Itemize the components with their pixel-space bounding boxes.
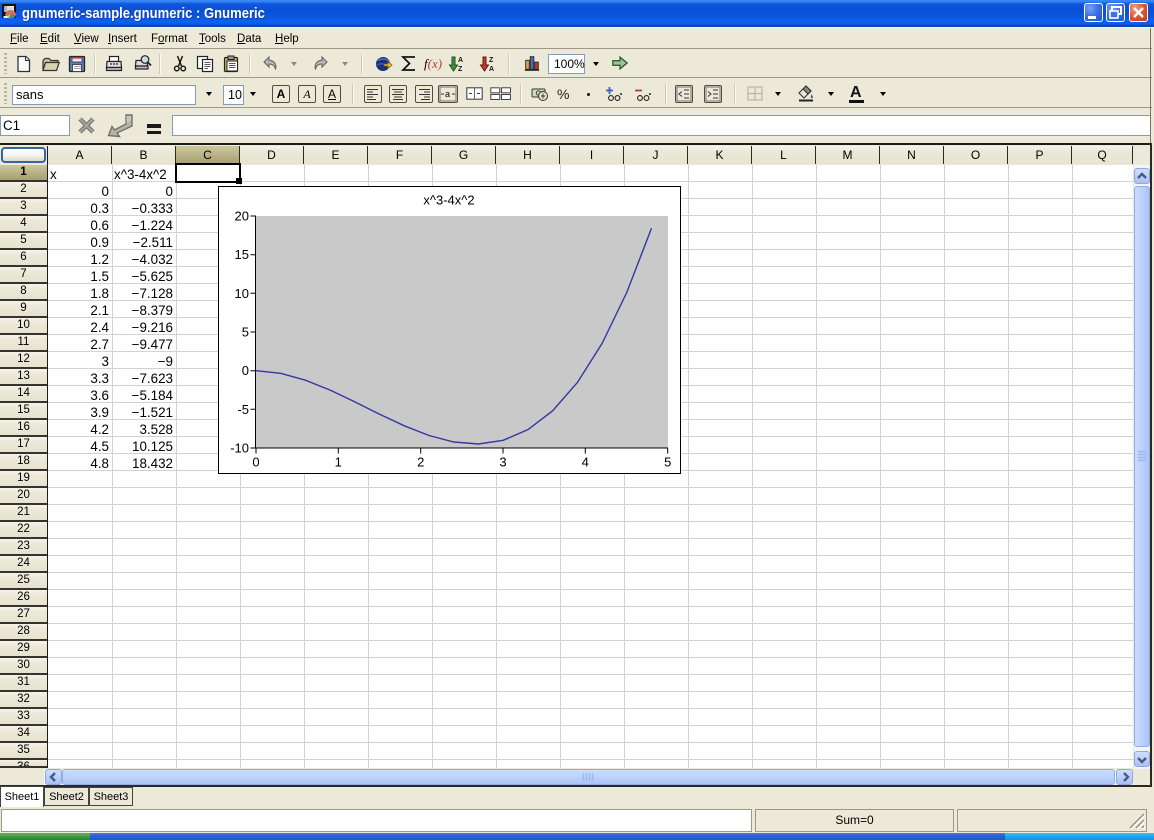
svg-text:0: 0 bbox=[242, 363, 249, 378]
svg-text:0: 0 bbox=[252, 455, 259, 470]
svg-text:3: 3 bbox=[499, 455, 506, 470]
svg-text:A: A bbox=[458, 57, 463, 64]
svg-text:5: 5 bbox=[242, 325, 249, 340]
svg-text:x^3-4x^2: x^3-4x^2 bbox=[423, 193, 474, 208]
svg-text:-10: -10 bbox=[230, 441, 249, 456]
svg-text:5: 5 bbox=[664, 455, 671, 470]
svg-text:10: 10 bbox=[235, 286, 249, 301]
svg-text:Z: Z bbox=[458, 66, 463, 73]
svg-text:Z: Z bbox=[489, 57, 494, 64]
svg-text:-5: -5 bbox=[237, 402, 249, 417]
svg-text:4: 4 bbox=[582, 455, 589, 470]
svg-text:1: 1 bbox=[335, 455, 342, 470]
svg-text:2: 2 bbox=[417, 455, 424, 470]
svg-text:15: 15 bbox=[235, 247, 249, 262]
svg-text:20: 20 bbox=[235, 209, 249, 224]
svg-text:A: A bbox=[489, 66, 494, 73]
svg-text:a: a bbox=[445, 89, 450, 99]
